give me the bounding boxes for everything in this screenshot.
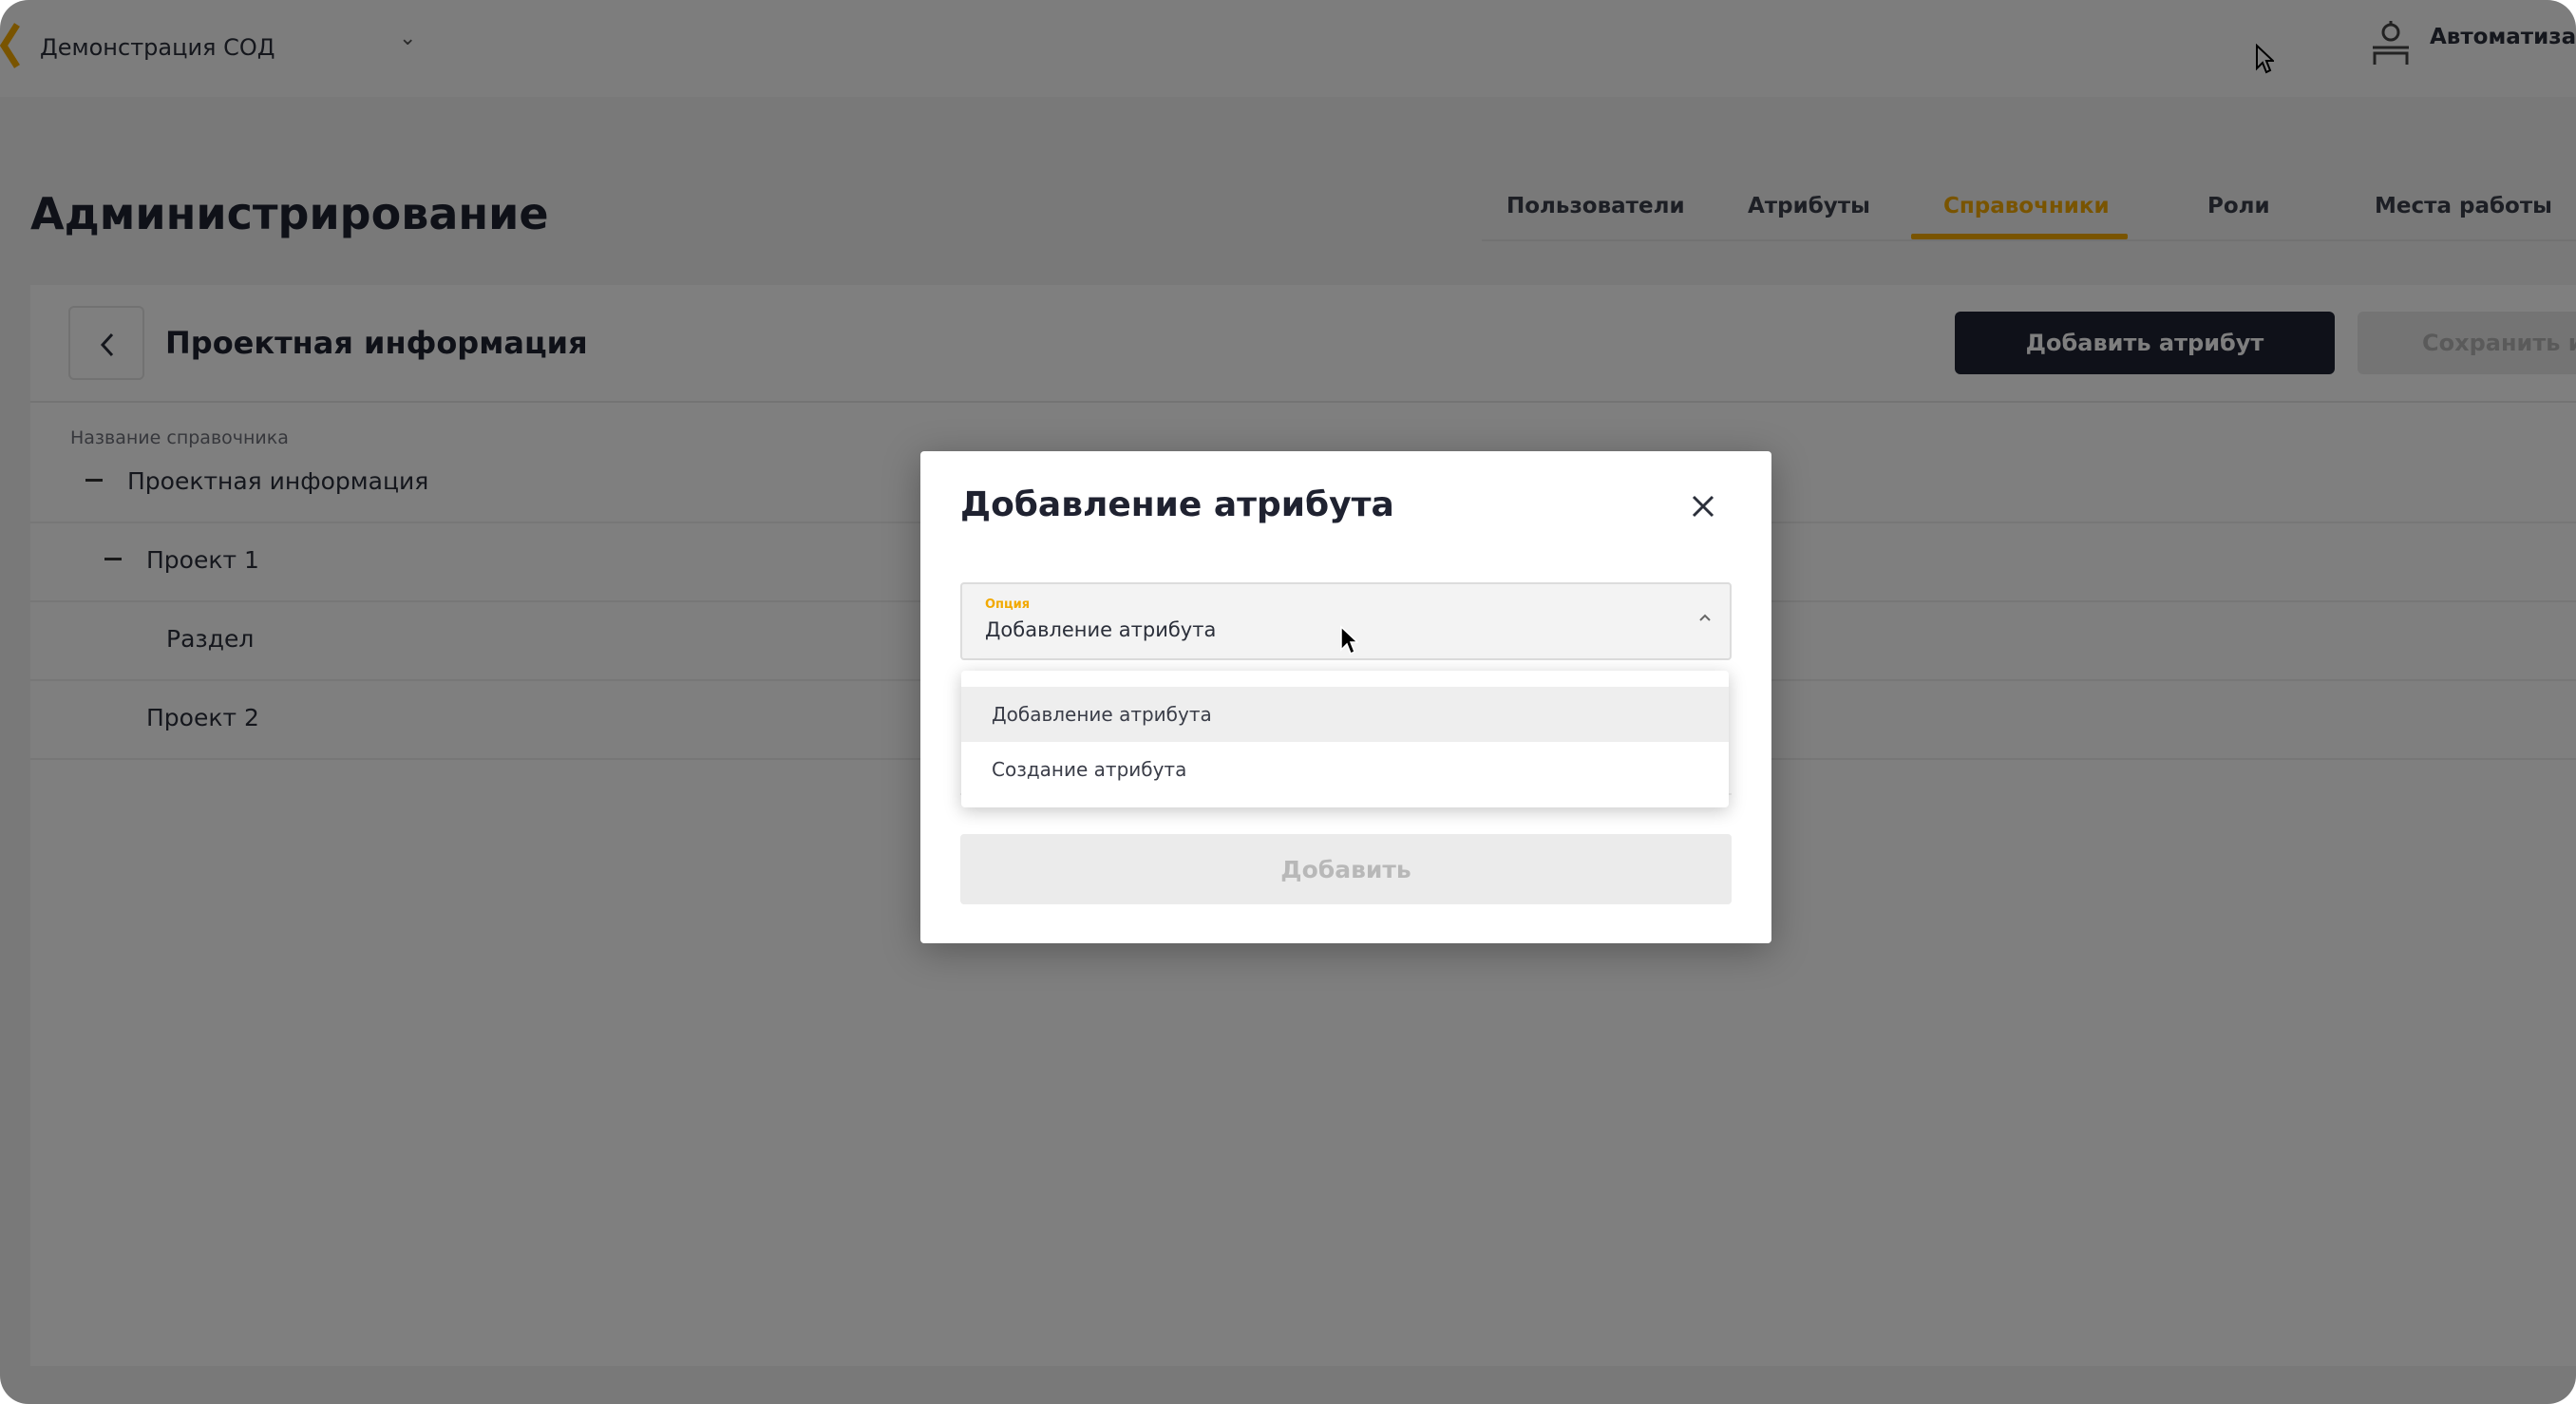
select-label: Опция xyxy=(985,598,1031,612)
dropdown-option[interactable]: Добавление атрибута xyxy=(961,687,1729,742)
select-value: Добавление атрибута xyxy=(985,618,1217,641)
option-dropdown: Добавление атрибута Создание атрибута xyxy=(961,671,1729,807)
dropdown-option[interactable]: Создание атрибута xyxy=(961,742,1729,797)
add-button[interactable]: Добавить xyxy=(960,834,1732,904)
chevron-up-icon[interactable] xyxy=(1697,611,1713,624)
cursor-icon xyxy=(1340,625,1358,655)
dialog-title: Добавление атрибута xyxy=(960,485,1394,524)
close-icon[interactable] xyxy=(1688,491,1718,522)
app-window: Демонстрация СОД ⌄ Автоматизац Администр… xyxy=(0,0,2576,1404)
